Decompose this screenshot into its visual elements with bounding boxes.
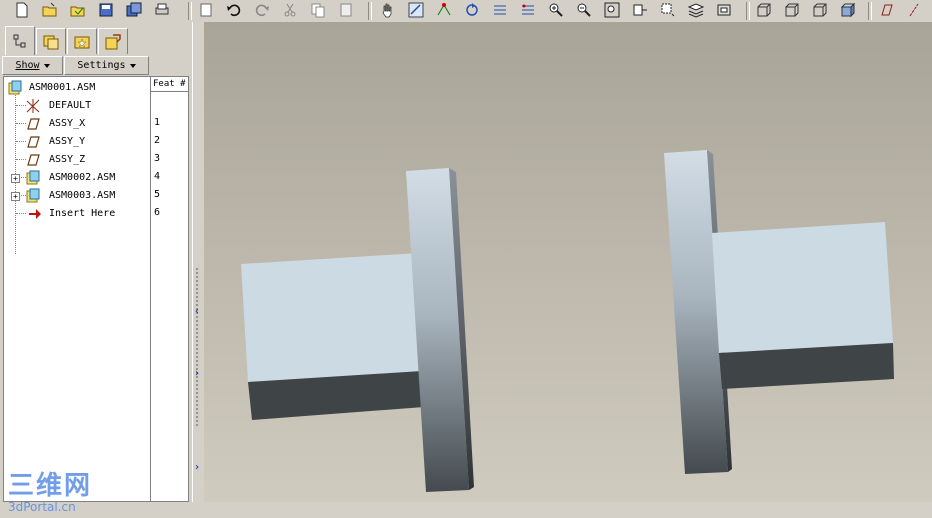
datum-planes-icon[interactable] <box>876 1 896 19</box>
sketch-icon[interactable] <box>406 1 426 19</box>
model-tree: ASM0001.ASM DEFAULT ASSY_X ASSY_Y ASSY_Z… <box>3 76 151 502</box>
tree-item-assy-z[interactable]: ASSY_Z <box>4 151 151 169</box>
cut-icon[interactable] <box>280 1 300 19</box>
datum-plane-icon <box>25 152 41 168</box>
insert-arrow-icon <box>27 206 43 222</box>
tree-item-label: Insert Here <box>49 208 116 219</box>
tree-item-label: ASM0002.ASM <box>49 172 116 183</box>
tree-item-label: ASSY_Z <box>49 154 86 165</box>
chevron-down-icon <box>43 63 50 68</box>
main-toolbar <box>0 0 932 23</box>
no-hidden-icon[interactable] <box>810 1 830 19</box>
model-tree-tab[interactable] <box>5 26 35 55</box>
settings-menu-button[interactable]: Settings <box>64 56 149 75</box>
hidden-line-icon[interactable] <box>782 1 802 19</box>
csys-icon <box>25 98 41 114</box>
expand-icon[interactable]: + <box>11 192 20 201</box>
feat-number-column: Feat # 1 2 3 4 5 6 <box>150 76 189 502</box>
folder-browser-tab[interactable] <box>36 28 66 54</box>
save-copy-icon[interactable] <box>124 1 144 19</box>
feat-number: 1 <box>154 117 161 128</box>
feat-number: 6 <box>154 207 161 218</box>
zoom-in-icon[interactable] <box>546 1 566 19</box>
tree-item-label: ASSY_Y <box>49 136 86 147</box>
show-menu-label: Show <box>15 60 40 71</box>
orient-icon[interactable] <box>630 1 650 19</box>
layers-icon[interactable] <box>686 1 706 19</box>
pan-icon[interactable] <box>378 1 398 19</box>
splitter-grip[interactable] <box>195 267 199 427</box>
panel-tabs <box>3 26 191 55</box>
tree-item-insert-here[interactable]: Insert Here <box>4 205 151 223</box>
part-asm0002[interactable] <box>241 168 474 492</box>
copy-icon[interactable] <box>308 1 328 19</box>
datum-axes-icon[interactable] <box>904 1 924 19</box>
paste-icon[interactable] <box>196 1 216 19</box>
collapse-left-icon[interactable]: ‹ <box>194 306 200 317</box>
tree-item-assy-y[interactable]: ASSY_Y <box>4 133 151 151</box>
saved-views-icon[interactable] <box>658 1 678 19</box>
settings-menu-label: Settings <box>77 60 126 71</box>
assembly-icon <box>25 170 41 186</box>
paste-special-icon[interactable] <box>336 1 356 19</box>
feat-number: 5 <box>154 189 161 200</box>
feat-number: 3 <box>154 153 161 164</box>
print-icon[interactable] <box>152 1 172 19</box>
datum-icon[interactable] <box>434 1 454 19</box>
feat-number: 4 <box>154 171 161 182</box>
model-tree-panel: Show Settings ASM0001.ASM DEFAULT ASSY_X… <box>0 22 192 514</box>
tree-item-assy-x[interactable]: ASSY_X <box>4 115 151 133</box>
watermark-logo: 三维网 3dPortal.cn <box>8 472 108 518</box>
tree-item-default[interactable]: DEFAULT <box>4 97 151 115</box>
assembly-icon <box>25 188 41 204</box>
tree-root-item[interactable]: ASM0001.ASM <box>4 79 151 97</box>
wireframe-icon[interactable] <box>754 1 774 19</box>
feat-number: 2 <box>154 135 161 146</box>
tree-item-asm0002[interactable]: + ASM0002.ASM <box>4 169 151 187</box>
tree-item-label: ASSY_X <box>49 118 86 129</box>
graphics-window[interactable] <box>204 22 932 502</box>
tree-menubar: Show Settings <box>2 56 190 75</box>
part-asm0003[interactable] <box>664 150 894 474</box>
chevron-down-icon <box>129 63 136 68</box>
redo-icon[interactable] <box>252 1 272 19</box>
connections-tab[interactable] <box>98 28 128 54</box>
open-folder-icon[interactable] <box>68 1 88 19</box>
show-menu-button[interactable]: Show <box>2 56 63 75</box>
datum-plane-icon <box>25 116 41 132</box>
tree-item-label: DEFAULT <box>49 100 92 111</box>
model-render <box>241 150 894 492</box>
column-header[interactable]: Feat # <box>151 77 188 92</box>
tree-item-asm0003[interactable]: + ASM0003.ASM <box>4 187 151 205</box>
expand-right-icon[interactable]: › <box>194 462 200 473</box>
favorites-tab[interactable] <box>67 28 97 54</box>
save-icon[interactable] <box>96 1 116 19</box>
undo-icon[interactable] <box>224 1 244 19</box>
watermark-title: 三维网 <box>8 471 93 501</box>
shading-icon[interactable] <box>838 1 858 19</box>
tree-item-label: ASM0003.ASM <box>49 190 116 201</box>
repaint-icon[interactable] <box>518 1 538 19</box>
regenerate-icon[interactable] <box>462 1 482 19</box>
spin-center-icon[interactable] <box>490 1 510 19</box>
refit-icon[interactable] <box>602 1 622 19</box>
tree-root-label: ASM0001.ASM <box>29 82 96 93</box>
expand-icon[interactable]: + <box>11 174 20 183</box>
datum-plane-icon <box>25 134 41 150</box>
watermark-subtitle: 3dPortal.cn <box>8 500 76 514</box>
assembly-icon <box>7 80 23 96</box>
view-manager-icon[interactable] <box>714 1 734 19</box>
open-icon[interactable] <box>40 1 60 19</box>
new-icon[interactable] <box>12 1 32 19</box>
expand-right-icon[interactable]: › <box>194 368 200 379</box>
zoom-out-icon[interactable] <box>574 1 594 19</box>
